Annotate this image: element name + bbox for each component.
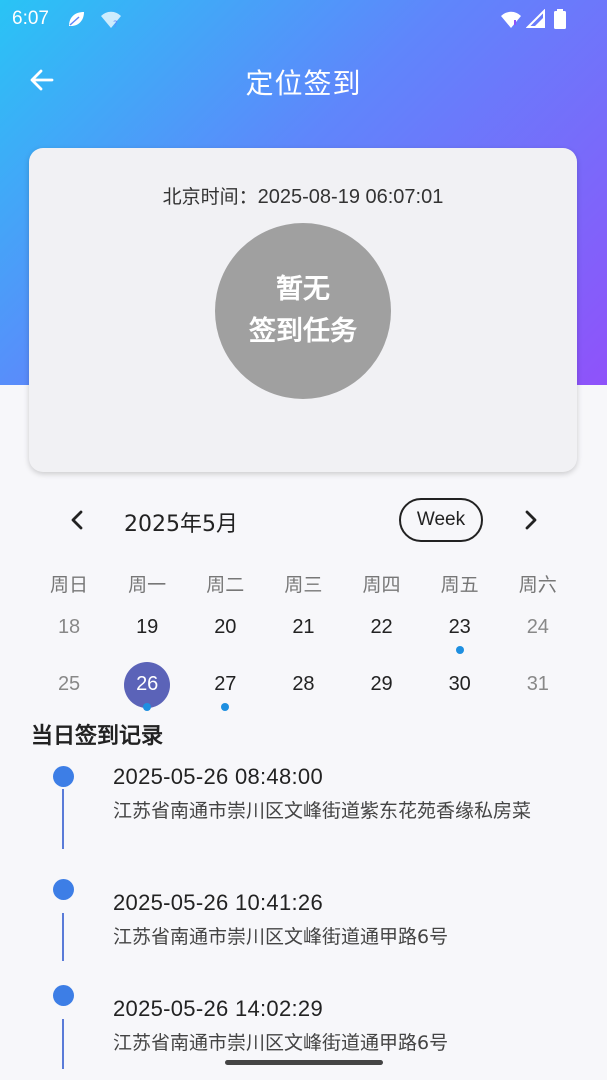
svg-text:?: ? xyxy=(113,20,118,29)
calendar-day-selected[interactable]: 26 xyxy=(108,661,186,711)
weekday-label: 周四 xyxy=(362,574,401,596)
record-time: 2025-05-26 14:02:29 xyxy=(113,996,323,1021)
weekday-label: 周日 xyxy=(50,574,89,596)
record-time: 2025-05-26 10:41:26 xyxy=(113,890,323,915)
record-address: 江苏省南通市崇川区文峰街道紫东花苑香缘私房菜 xyxy=(113,800,532,822)
weekday-label: 周五 xyxy=(440,574,479,596)
day-number: 23 xyxy=(448,616,471,638)
wifi-question-icon: ? xyxy=(100,9,121,30)
records-title: 当日签到记录 xyxy=(31,724,164,749)
calendar-day[interactable]: 22 xyxy=(343,605,421,650)
checkin-status-line1: 暂无 xyxy=(276,274,330,305)
page-title: 定位签到 xyxy=(245,67,362,100)
record-address: 江苏省南通市崇川区文峰街道通甲路6号 xyxy=(113,926,449,948)
chevron-left-icon xyxy=(71,510,83,530)
calendar-week-row: 25 26 27 28 29 30 31 xyxy=(30,661,577,711)
leaf-icon xyxy=(66,9,86,29)
calendar-day[interactable]: 18 xyxy=(30,605,108,650)
calendar-day[interactable]: 29 xyxy=(343,662,421,707)
view-toggle-button[interactable]: Week xyxy=(399,498,483,542)
timeline-line xyxy=(62,789,64,849)
calendar-day[interactable]: 27 xyxy=(186,662,264,711)
timeline-dot xyxy=(53,879,74,900)
calendar-day[interactable]: 21 xyxy=(264,605,342,650)
day-number: 31 xyxy=(526,673,549,695)
next-week-button[interactable] xyxy=(516,505,546,535)
timeline-dot xyxy=(53,766,74,787)
calendar-day[interactable]: 19 xyxy=(108,605,186,650)
day-number: 29 xyxy=(370,673,393,695)
prev-week-button[interactable] xyxy=(62,505,92,535)
signal-icon xyxy=(525,8,546,29)
weekday-row: 周日 周一 周二 周三 周四 周五 周六 xyxy=(30,570,577,597)
wifi-icon xyxy=(500,9,521,29)
status-bar: 6:07 ? xyxy=(0,0,607,38)
calendar-day[interactable]: 20 xyxy=(186,605,264,650)
day-number: 19 xyxy=(136,616,159,638)
timeline-dot xyxy=(53,985,74,1006)
record-time: 2025-05-26 08:48:00 xyxy=(113,764,323,789)
weekday-label: 周三 xyxy=(284,574,323,596)
day-number: 20 xyxy=(214,616,237,638)
weekday-label: 周一 xyxy=(128,574,167,596)
day-number: 27 xyxy=(214,673,237,695)
calendar-month-label: 2025年5月 xyxy=(124,512,238,537)
day-number: 26 xyxy=(136,673,159,695)
timeline-line xyxy=(62,1019,64,1069)
record-indicator-dot xyxy=(455,646,464,654)
weekday-label: 周六 xyxy=(518,574,557,596)
calendar-day[interactable]: 31 xyxy=(499,662,577,707)
beijing-time-label: 北京时间： xyxy=(162,186,258,208)
app-bar: 定位签到 xyxy=(0,48,607,112)
chevron-right-icon xyxy=(525,510,537,530)
day-number: 30 xyxy=(448,673,471,695)
weekday-label: 周二 xyxy=(206,574,245,596)
calendar-day[interactable]: 30 xyxy=(421,662,499,707)
day-number: 24 xyxy=(526,616,549,638)
record-indicator-dot xyxy=(221,703,230,711)
beijing-time: 北京时间：2025-08-19 06:07:01 xyxy=(29,182,577,209)
calendar-day[interactable]: 23 xyxy=(421,605,499,654)
checkin-status-line2: 签到任务 xyxy=(249,316,357,347)
calendar-header: 2025年5月 Week xyxy=(0,495,607,547)
day-number: 25 xyxy=(57,673,81,695)
checkin-card: 北京时间：2025-08-19 06:07:01 暂无 签到任务 xyxy=(29,148,577,472)
beijing-time-value: 2025-08-19 06:07:01 xyxy=(257,186,444,208)
timeline-line xyxy=(62,913,64,961)
calendar-day[interactable]: 28 xyxy=(264,662,342,707)
calendar-week-row: 18 19 20 21 22 23 24 xyxy=(30,605,577,654)
day-number: 21 xyxy=(292,616,315,638)
record-address: 江苏省南通市崇川区文峰街道通甲路6号 xyxy=(113,1032,449,1054)
calendar-day[interactable]: 24 xyxy=(499,605,577,650)
day-number: 28 xyxy=(292,673,315,695)
home-indicator[interactable] xyxy=(225,1060,383,1065)
day-number: 18 xyxy=(57,616,81,638)
battery-icon xyxy=(553,9,573,29)
day-number: 22 xyxy=(370,616,393,638)
checkin-button[interactable]: 暂无 签到任务 xyxy=(215,223,391,399)
calendar-day[interactable]: 25 xyxy=(30,662,108,707)
status-time: 6:07 xyxy=(12,8,49,29)
record-indicator-dot xyxy=(143,703,152,711)
